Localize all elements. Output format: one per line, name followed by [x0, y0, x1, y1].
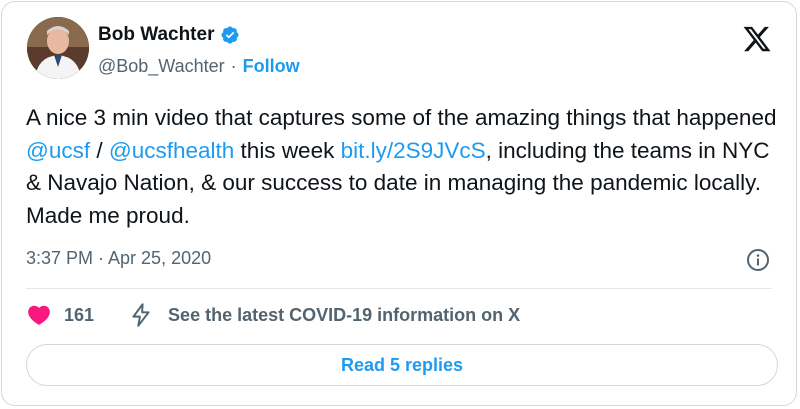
mention-ucsfhealth[interactable]: @ucsfhealth — [109, 138, 234, 163]
info-icon[interactable] — [746, 248, 770, 272]
tweet-text-part: A nice 3 min video that captures some of… — [26, 105, 777, 130]
like-count: 161 — [64, 304, 95, 325]
avatar[interactable] — [27, 17, 89, 79]
mention-ucsf[interactable]: @ucsf — [26, 138, 90, 163]
divider — [26, 288, 772, 289]
verified-badge-icon — [220, 25, 240, 45]
tweet-text-part: this week — [234, 137, 341, 163]
read-replies-button[interactable]: Read 5 replies — [26, 344, 778, 386]
action-bar: 161 See the latest COVID-19 information … — [26, 300, 520, 330]
heart-icon — [26, 302, 52, 328]
author-handle-row: @Bob_Wachter · Follow — [98, 56, 300, 77]
covid-info-label: See the latest COVID-19 information on X — [168, 304, 521, 325]
follow-button[interactable]: Follow — [243, 56, 300, 77]
covid-info-link[interactable]: See the latest COVID-19 information on X — [128, 302, 520, 328]
author-name-row: Bob Wachter — [98, 24, 240, 46]
x-logo-icon[interactable] — [742, 24, 772, 54]
author-handle[interactable]: @Bob_Wachter — [98, 56, 225, 77]
separator-dot: · — [230, 56, 237, 76]
tweet-text-part: / — [90, 137, 109, 163]
avatar-image — [27, 17, 89, 79]
tweet-timestamp[interactable]: 3:37 PM · Apr 25, 2020 — [26, 248, 211, 269]
tweet-card: Bob Wachter @Bob_Wachter · Follow A nice… — [1, 1, 797, 406]
author-name[interactable]: Bob Wachter — [98, 24, 214, 46]
lightning-bolt-icon — [128, 302, 154, 328]
like-button[interactable]: 161 — [26, 302, 94, 328]
tweet-link[interactable]: bit.ly/2S9JVcS — [341, 138, 486, 163]
read-replies-label: Read 5 replies — [340, 354, 464, 375]
tweet-text: A nice 3 min video that captures some of… — [26, 102, 786, 232]
